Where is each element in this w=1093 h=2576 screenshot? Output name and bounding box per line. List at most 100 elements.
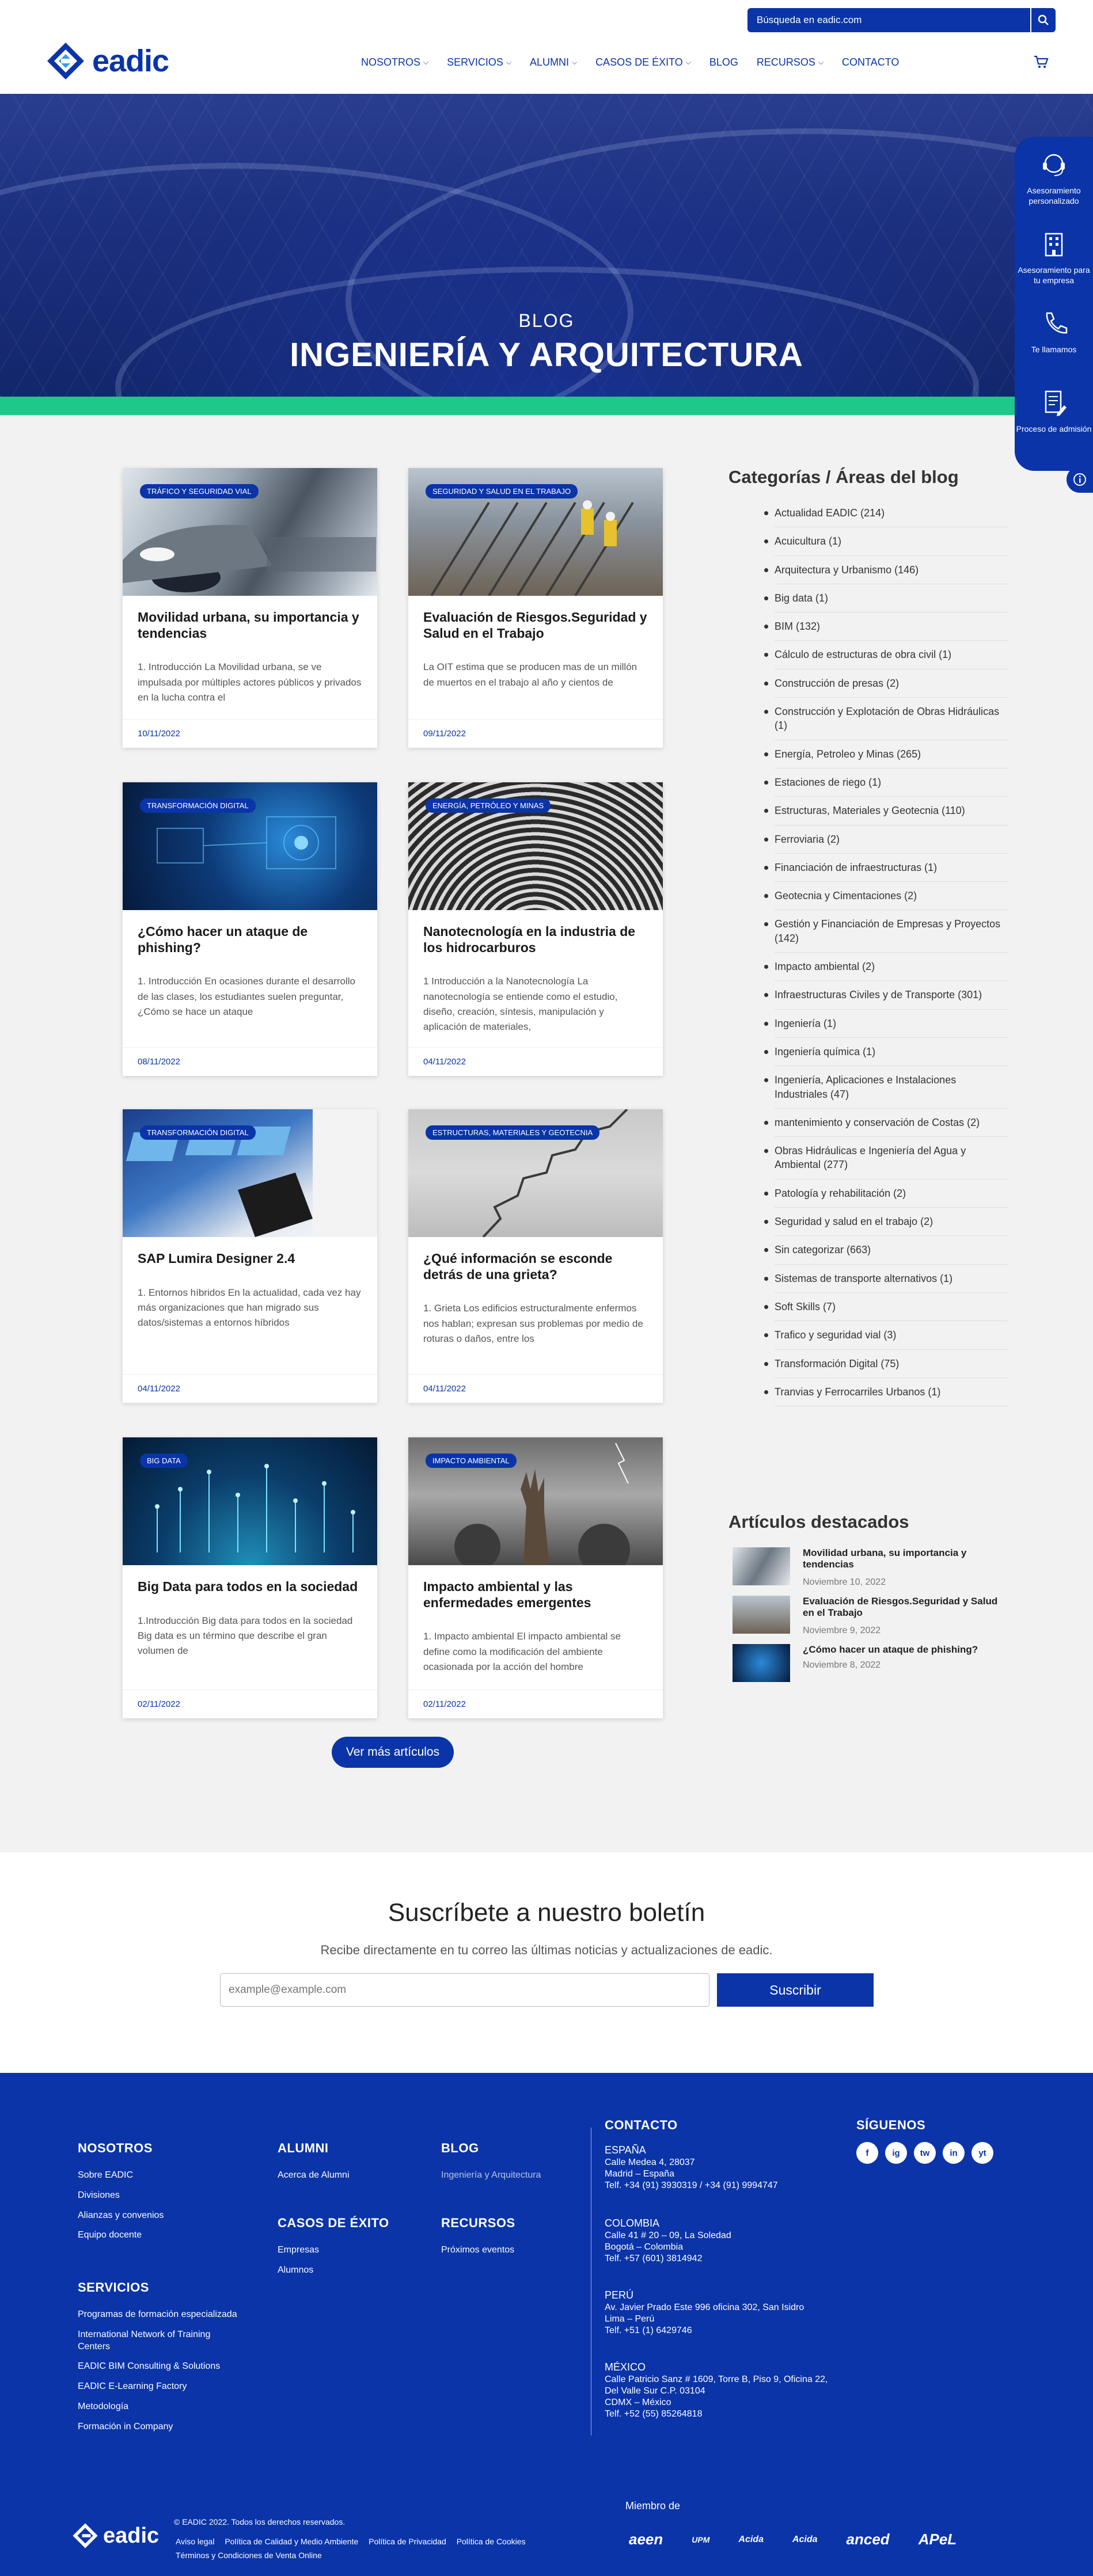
post-title[interactable]: Nanotecnología en la industria de los hi… (423, 924, 648, 956)
load-more-button[interactable]: Ver más artículos (332, 1737, 454, 1768)
post-title[interactable]: ¿Cómo hacer un ataque de phishing? (138, 924, 362, 956)
post-title[interactable]: ¿Qué información se esconde detrás de un… (423, 1251, 648, 1283)
linkedin-icon[interactable]: in (943, 2142, 965, 2164)
search-input[interactable] (747, 8, 1030, 32)
footer-link[interactable]: Metodología (78, 2401, 245, 2413)
category-item[interactable]: Estructuras, Materiales y Geotecnia (110… (764, 797, 1008, 825)
accessibility-tab[interactable] (1067, 466, 1093, 493)
post-tag[interactable]: SEGURIDAD Y SALUD EN EL TRABAJO (426, 484, 578, 499)
subscribe-button[interactable]: Suscribir (717, 1973, 874, 2007)
category-item[interactable]: BIM (132) (764, 612, 1008, 641)
category-item[interactable]: Patología y rehabilitación (2) (764, 1179, 1008, 1208)
category-item[interactable]: Ingeniería (1) (764, 1010, 1008, 1038)
partner-logo-anced[interactable]: anced (847, 2531, 890, 2548)
featured-item[interactable]: Movilidad urbana, su importancia y tende… (733, 1547, 1003, 1588)
category-item[interactable]: Cálculo de estructuras de obra civil (1) (764, 641, 1008, 669)
nav-nosotros[interactable]: NOSOTROS ⌵ (361, 56, 428, 69)
side-item-empresa[interactable]: Asesoramiento para tu empresa (1015, 228, 1093, 307)
footer-link[interactable]: Equipo docente (78, 2229, 164, 2242)
category-item[interactable]: Actualidad EADIC (214) (764, 499, 1008, 528)
legal-link[interactable]: Aviso legal (176, 2537, 214, 2546)
post-card[interactable]: TRANSFORMACIÓN DIGITAL SAP Lumira Design… (123, 1109, 377, 1403)
cart-button[interactable] (1034, 55, 1049, 72)
footer-link[interactable]: Divisiones (78, 2190, 164, 2202)
nav-recursos[interactable]: RECURSOS ⌵ (757, 56, 823, 69)
category-item[interactable]: Ingeniería, Aplicaciones e Instalaciones… (764, 1066, 1008, 1109)
post-tag[interactable]: BIG DATA (140, 1453, 188, 1468)
category-item[interactable]: Construcción de presas (2) (764, 669, 1008, 698)
nav-contacto[interactable]: CONTACTO (842, 56, 899, 69)
footer-link[interactable]: EADIC BIM Consulting & Solutions (78, 2361, 245, 2373)
post-tag[interactable]: TRANSFORMACIÓN DIGITAL (140, 1125, 256, 1140)
post-card[interactable]: ESTRUCTURAS, MATERIALES Y GEOTECNIA ¿Qué… (408, 1109, 663, 1403)
post-title[interactable]: SAP Lumira Designer 2.4 (138, 1251, 362, 1267)
legal-link[interactable]: Política de Calidad y Medio Ambiente (225, 2537, 358, 2546)
featured-item-title[interactable]: Evaluación de Riesgos.Seguridad y Salud … (803, 1596, 1002, 1619)
post-title[interactable]: Impacto ambiental y las enfermedades eme… (423, 1579, 648, 1611)
instagram-icon[interactable]: ig (885, 2142, 907, 2164)
footer-link[interactable]: Ingeniería y Arquitectura (441, 2170, 541, 2182)
youtube-icon[interactable]: yt (971, 2142, 993, 2164)
post-tag[interactable]: ESTRUCTURAS, MATERIALES Y GEOTECNIA (426, 1125, 600, 1140)
category-item[interactable]: Ingeniería química (1) (764, 1038, 1008, 1067)
post-tag[interactable]: ENERGÍA, PETRÓLEO Y MINAS (426, 798, 551, 813)
phone-line[interactable]: Telf. +51 (1) 6429746 (605, 2325, 847, 2337)
footer-link[interactable]: Sobre EADIC (78, 2170, 164, 2182)
category-item[interactable]: Sin categorizar (663) (764, 1236, 1008, 1265)
category-item[interactable]: Ferroviaria (2) (764, 825, 1008, 854)
category-item[interactable]: Seguridad y salud en el trabajo (2) (764, 1208, 1008, 1236)
category-item[interactable]: Infraestructuras Civiles y de Transporte… (764, 981, 1008, 1010)
category-item[interactable]: Sistemas de transporte alternativos (1) (764, 1265, 1008, 1293)
featured-item-title[interactable]: Movilidad urbana, su importancia y tende… (803, 1547, 1002, 1571)
side-item-asesoramiento[interactable]: Asesoramiento personalizado (1015, 149, 1093, 228)
legal-link[interactable]: Términos y Condiciones de Venta Online (176, 2551, 322, 2560)
category-item[interactable]: Financiación de infraestructuras (1) (764, 854, 1008, 882)
nav-blog[interactable]: BLOG (709, 56, 738, 69)
post-title[interactable]: Movilidad urbana, su importancia y tende… (138, 610, 362, 641)
category-item[interactable]: Estaciones de riego (1) (764, 768, 1008, 797)
post-tag[interactable]: TRÁFICO Y SEGURIDAD VIAL (140, 484, 259, 499)
category-item[interactable]: Gestión y Financiación de Empresas y Pro… (764, 910, 1008, 953)
category-item[interactable]: Construcción y Explotación de Obras Hidr… (764, 698, 1008, 740)
partner-logo-upm[interactable]: UPM (692, 2535, 709, 2544)
category-item[interactable]: Impacto ambiental (2) (764, 953, 1008, 981)
footer-link[interactable]: Programas de formación especializada (78, 2309, 245, 2321)
post-card[interactable]: TRANSFORMACIÓN DIGITAL ¿Cómo hacer un at… (123, 782, 377, 1076)
side-item-te-llamamos[interactable]: Te llamamos (1015, 307, 1093, 387)
post-title[interactable]: Big Data para todos en la sociedad (138, 1579, 362, 1595)
footer-link[interactable]: Próximos eventos (441, 2244, 514, 2257)
nav-servicios[interactable]: SERVICIOS ⌵ (447, 56, 511, 69)
partner-logo-acida[interactable]: Acida (738, 2535, 764, 2545)
category-item[interactable]: Arquitectura y Urbanismo (146) (764, 556, 1008, 584)
footer-link[interactable]: Acerca de Alumni (278, 2170, 350, 2182)
phone-line[interactable]: Telf. +34 (91) 3930319 / +34 (91) 999474… (605, 2180, 847, 2191)
featured-item-title[interactable]: ¿Cómo hacer un ataque de phishing? (803, 1644, 1002, 1656)
category-item[interactable]: Trafico y seguridad vial (3) (764, 1321, 1008, 1350)
site-logo[interactable]: eadic (46, 41, 169, 81)
post-card[interactable]: TRÁFICO Y SEGURIDAD VIAL Movilidad urban… (123, 468, 377, 748)
phone-line[interactable]: Telf. +52 (55) 85264818 (605, 2408, 847, 2420)
legal-link[interactable]: Política de Cookies (457, 2537, 526, 2546)
footer-link[interactable]: Alianzas y convenios (78, 2210, 164, 2222)
category-item[interactable]: Obras Hidráulicas e Ingeniería del Agua … (764, 1137, 1008, 1179)
post-tag[interactable]: IMPACTO AMBIENTAL (426, 1453, 517, 1468)
post-card[interactable]: ENERGÍA, PETRÓLEO Y MINAS Nanotecnología… (408, 782, 663, 1076)
post-title[interactable]: Evaluación de Riesgos.Seguridad y Salud … (423, 610, 648, 641)
footer-logo[interactable]: eadic (72, 2522, 159, 2549)
post-tag[interactable]: TRANSFORMACIÓN DIGITAL (140, 798, 256, 813)
partner-logo-apel[interactable]: APeL (919, 2531, 957, 2548)
category-item[interactable]: Soft Skills (7) (764, 1293, 1008, 1322)
side-item-admision[interactable]: Proceso de admisión (1015, 387, 1093, 466)
facebook-icon[interactable]: f (856, 2142, 878, 2164)
post-card[interactable]: BIG DATA Big Data para todos en la socie… (123, 1437, 377, 1718)
category-item[interactable]: Energía, Petroleo y Minas (265) (764, 740, 1008, 768)
twitter-icon[interactable]: tw (914, 2142, 936, 2164)
footer-link[interactable]: EADIC E-Learning Factory (78, 2381, 245, 2393)
nav-casos-de-exito[interactable]: CASOS DE ÉXITO ⌵ (595, 56, 691, 69)
newsletter-email-input[interactable] (220, 1973, 709, 2007)
search-button[interactable] (1030, 8, 1056, 32)
category-item[interactable]: Acuicultura (1) (764, 527, 1008, 556)
category-item[interactable]: Big data (1) (764, 584, 1008, 613)
featured-item[interactable]: ¿Cómo hacer un ataque de phishing? Novie… (733, 1644, 1003, 1684)
footer-link[interactable]: Alumnos (278, 2265, 319, 2277)
